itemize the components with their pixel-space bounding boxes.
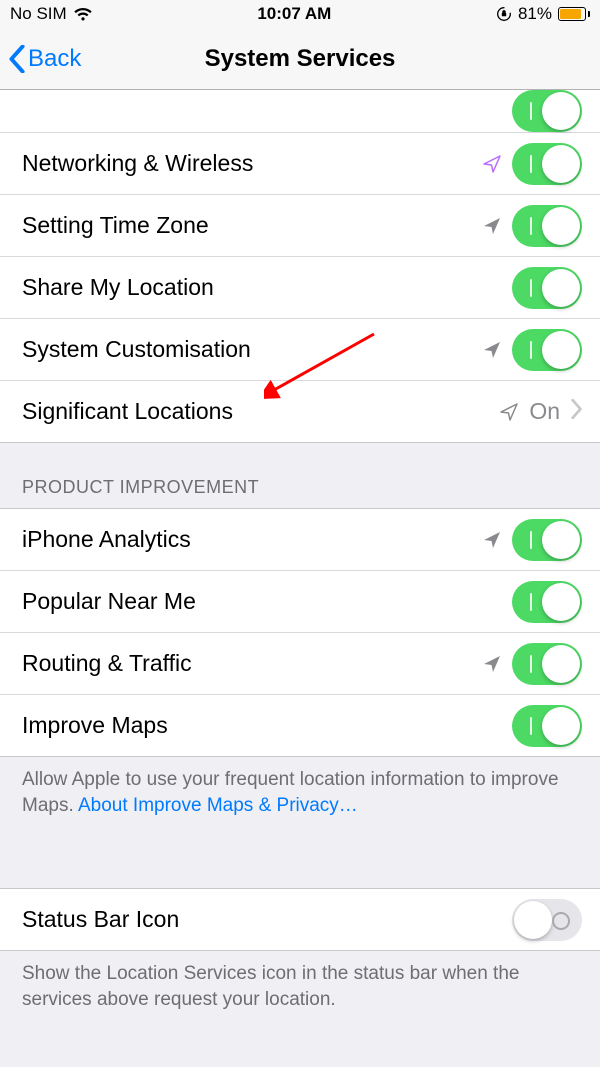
wifi-icon	[73, 6, 93, 22]
toggle[interactable]	[512, 705, 582, 747]
row-label: Popular Near Me	[22, 588, 512, 615]
chevron-right-icon	[570, 398, 582, 425]
row-popular-near-me[interactable]: Popular Near Me	[0, 571, 600, 633]
location-arrow-icon	[482, 340, 502, 360]
location-arrow-icon	[482, 216, 502, 236]
location-arrow-icon	[482, 530, 502, 550]
battery-percent: 81%	[518, 4, 552, 24]
toggle[interactable]	[512, 267, 582, 309]
about-improve-maps-link[interactable]: About Improve Maps & Privacy…	[78, 795, 358, 816]
section-status-bar-icon: Status Bar Icon	[0, 888, 600, 951]
row-iphone-analytics[interactable]: iPhone Analytics	[0, 509, 600, 571]
section-header-product-improvement: Product Improvement	[0, 443, 600, 508]
page-title: System Services	[205, 45, 396, 73]
row-partial-top[interactable]	[0, 90, 600, 133]
row-status-bar-icon[interactable]: Status Bar Icon	[0, 889, 600, 951]
row-label: Networking & Wireless	[22, 150, 482, 177]
row-significant-locations[interactable]: Significant Locations On	[0, 381, 600, 443]
status-left: No SIM	[10, 4, 93, 24]
toggle[interactable]	[512, 143, 582, 185]
footer-text: Show the Location Services icon in the s…	[22, 963, 519, 1010]
toggle[interactable]	[512, 205, 582, 247]
row-value: On	[529, 398, 560, 425]
location-arrow-icon	[482, 654, 502, 674]
toggle[interactable]	[512, 581, 582, 623]
row-label: Share My Location	[22, 274, 512, 301]
toggle[interactable]	[512, 643, 582, 685]
nav-bar: Back System Services	[0, 28, 600, 90]
row-setting-time-zone[interactable]: Setting Time Zone	[0, 195, 600, 257]
rotation-lock-icon	[496, 6, 512, 22]
row-routing-traffic[interactable]: Routing & Traffic	[0, 633, 600, 695]
row-system-customisation[interactable]: System Customisation	[0, 319, 600, 381]
row-label: System Customisation	[22, 336, 482, 363]
status-time: 10:07 AM	[257, 4, 331, 24]
toggle[interactable]	[512, 90, 582, 132]
toggle[interactable]	[512, 899, 582, 941]
battery-icon	[558, 7, 590, 21]
row-improve-maps[interactable]: Improve Maps	[0, 695, 600, 757]
status-bar: No SIM 10:07 AM 81%	[0, 0, 600, 28]
location-arrow-icon	[482, 154, 502, 174]
row-share-my-location[interactable]: Share My Location	[0, 257, 600, 319]
row-label: Significant Locations	[22, 398, 499, 425]
toggle[interactable]	[512, 519, 582, 561]
row-networking-wireless[interactable]: Networking & Wireless	[0, 133, 600, 195]
section-footer-status-bar-icon: Show the Location Services icon in the s…	[0, 951, 600, 1028]
row-label: Status Bar Icon	[22, 906, 512, 933]
carrier-label: No SIM	[10, 4, 67, 24]
location-arrow-icon	[499, 402, 519, 422]
status-right: 81%	[496, 4, 590, 24]
toggle[interactable]	[512, 329, 582, 371]
section-footer-improve-maps: Allow Apple to use your frequent locatio…	[0, 757, 600, 834]
row-label: Routing & Traffic	[22, 650, 482, 677]
section-product-improvement: iPhone Analytics Popular Near Me Routing…	[0, 508, 600, 757]
row-label: Improve Maps	[22, 712, 512, 739]
back-button[interactable]: Back	[8, 45, 81, 73]
row-label: iPhone Analytics	[22, 526, 482, 553]
section-system-services: Networking & Wireless Setting Time Zone …	[0, 90, 600, 443]
row-label: Setting Time Zone	[22, 212, 482, 239]
back-label: Back	[28, 45, 81, 73]
section-gap	[0, 834, 600, 888]
